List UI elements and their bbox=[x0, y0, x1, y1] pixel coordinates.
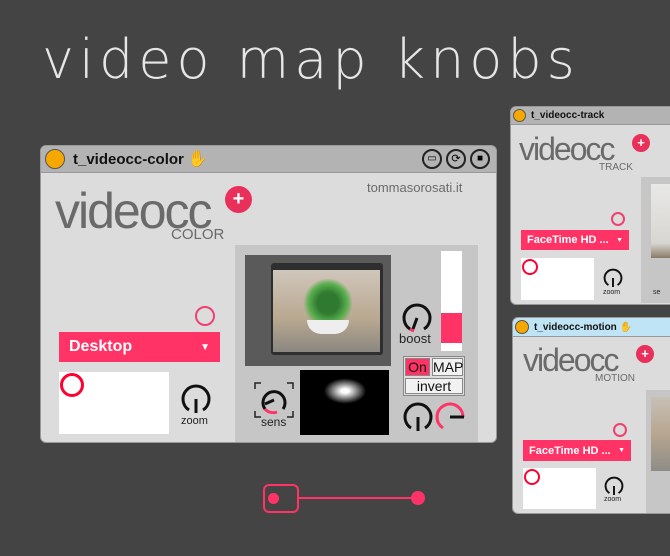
video-area: se bbox=[641, 177, 670, 303]
xy-pad[interactable] bbox=[521, 258, 594, 300]
logo-subtitle: COLOR bbox=[171, 226, 225, 243]
node-dot bbox=[268, 493, 279, 504]
xy-pad[interactable] bbox=[59, 372, 169, 434]
indicator-ring bbox=[611, 212, 625, 226]
zoom-label: zoom bbox=[603, 289, 621, 296]
logo-plus: + bbox=[225, 186, 252, 213]
zoom-knob[interactable] bbox=[179, 382, 213, 416]
boost-level-meter bbox=[441, 251, 462, 351]
on-toggle[interactable]: On bbox=[405, 358, 430, 376]
map-button[interactable]: MAP bbox=[432, 358, 463, 376]
xy-pad-handle[interactable] bbox=[522, 259, 538, 275]
credit-link[interactable]: tommasorosati.it bbox=[367, 180, 462, 195]
xy-pad-handle[interactable] bbox=[524, 469, 540, 485]
video-area bbox=[646, 390, 670, 513]
indicator-ring bbox=[613, 423, 627, 437]
device-activator[interactable] bbox=[45, 149, 65, 169]
invert-toggle[interactable]: invert bbox=[405, 378, 463, 394]
mapped-knob-2[interactable] bbox=[433, 400, 467, 434]
logo-plus: + bbox=[632, 134, 650, 152]
track-device: t_videocc-track videocc + TRACK FaceTime… bbox=[510, 106, 670, 305]
video-area: boost On MAP invert sens bbox=[235, 245, 478, 442]
xy-pad-handle[interactable] bbox=[60, 373, 84, 397]
logo-subtitle: MOTION bbox=[595, 373, 635, 384]
xy-pad[interactable] bbox=[523, 468, 596, 509]
device-title: t_videocc-motion bbox=[534, 321, 617, 333]
save-icon[interactable]: ■ bbox=[470, 149, 490, 169]
connection-line bbox=[299, 497, 417, 499]
device-activator[interactable] bbox=[515, 320, 529, 334]
chevron-down-icon: ▼ bbox=[616, 236, 623, 244]
device-activator[interactable] bbox=[513, 109, 526, 122]
device-title: t_videocc-track bbox=[531, 110, 605, 121]
hand-icon: ✋ bbox=[187, 151, 208, 168]
source-menu[interactable]: FaceTime HD ... ▼ bbox=[521, 230, 629, 250]
logo-subtitle: TRACK bbox=[599, 162, 633, 173]
title-bar[interactable]: t_videocc-track bbox=[511, 107, 670, 125]
zoom-label: zoom bbox=[181, 415, 208, 427]
title-bar[interactable]: t_videocc-color ✋ ▭ ⟳ ■ bbox=[41, 146, 496, 173]
zoom-knob[interactable] bbox=[602, 267, 624, 289]
motion-device: t_videocc-motion ✋ videocc + MOTION Face… bbox=[512, 317, 670, 514]
source-menu[interactable]: Desktop ▼ bbox=[59, 332, 220, 362]
zoom-knob[interactable] bbox=[603, 475, 625, 497]
indicator-ring bbox=[195, 306, 215, 326]
mapped-knob-1[interactable] bbox=[401, 400, 435, 434]
boost-knob[interactable] bbox=[400, 301, 434, 335]
chevron-down-icon: ▼ bbox=[618, 447, 625, 454]
boost-label: boost bbox=[399, 331, 431, 346]
source-menu-value: FaceTime HD ... bbox=[529, 444, 611, 457]
source-menu-value: Desktop bbox=[69, 338, 133, 355]
sens-knob[interactable] bbox=[253, 381, 295, 419]
motion-mask-preview bbox=[300, 370, 389, 435]
title-bar[interactable]: t_videocc-motion ✋ bbox=[513, 318, 670, 337]
video-preview bbox=[651, 184, 670, 258]
video-preview bbox=[245, 255, 391, 366]
source-node[interactable] bbox=[263, 484, 299, 513]
boost-level-fill bbox=[441, 313, 462, 343]
hand-icon: ✋ bbox=[619, 321, 633, 333]
logo-plus: + bbox=[636, 345, 654, 363]
page-title: video map knobs bbox=[42, 28, 580, 91]
chevron-down-icon: ▼ bbox=[200, 341, 210, 353]
color-device: t_videocc-color ✋ ▭ ⟳ ■ videocc + COLOR … bbox=[40, 145, 497, 443]
target-node[interactable] bbox=[411, 491, 425, 505]
source-menu-value: FaceTime HD ... bbox=[527, 234, 609, 246]
source-menu[interactable]: FaceTime HD ... ▼ bbox=[523, 440, 631, 461]
sens-label: se bbox=[653, 289, 661, 296]
video-preview bbox=[651, 397, 670, 471]
device-title: t_videocc-color bbox=[73, 150, 184, 168]
zoom-label: zoom bbox=[604, 496, 622, 503]
sens-label: sens bbox=[261, 415, 287, 429]
freeze-icon[interactable]: ▭ bbox=[422, 149, 442, 169]
reload-icon[interactable]: ⟳ bbox=[446, 149, 466, 169]
